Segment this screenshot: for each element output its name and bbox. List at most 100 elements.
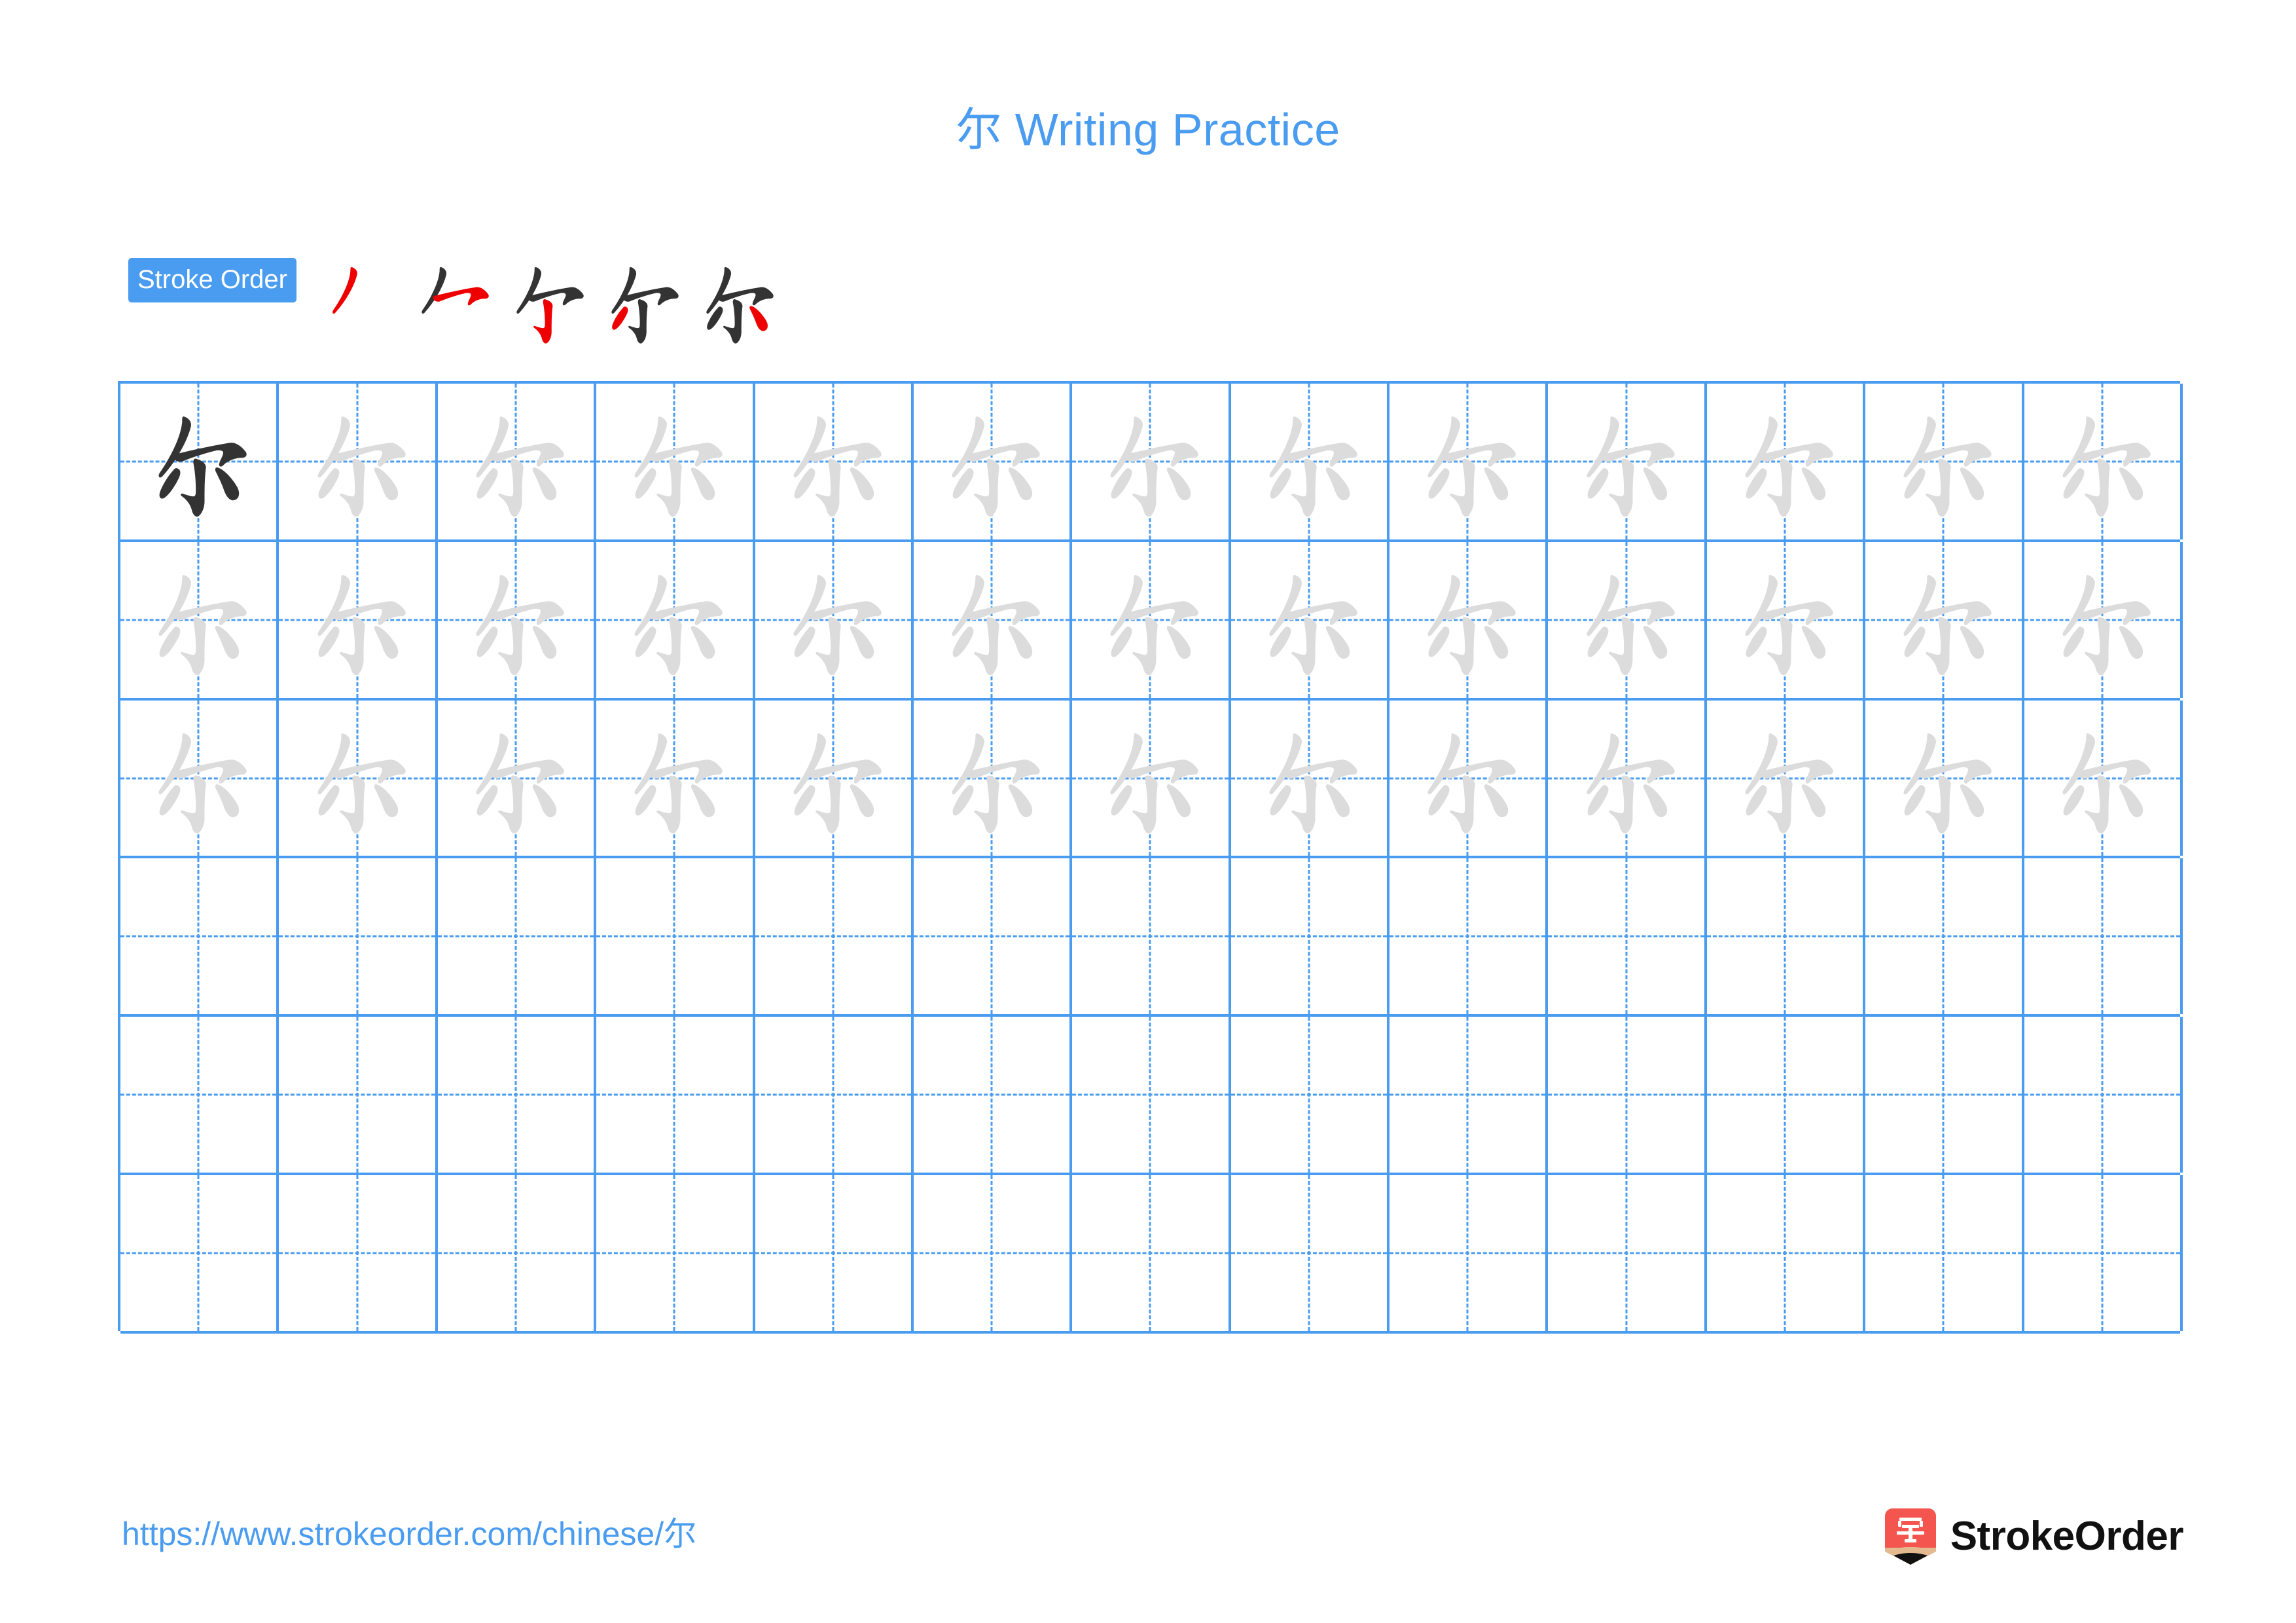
grid-cell-empty[interactable] [914, 858, 1073, 1015]
grid-cell-trace[interactable] [1231, 384, 1390, 539]
character-stroke-2 [173, 759, 247, 784]
grid-cell-empty[interactable] [596, 858, 755, 1015]
character-stroke-1 [634, 733, 668, 794]
grid-cell-trace[interactable] [438, 541, 597, 698]
grid-cell-trace[interactable] [1707, 384, 1866, 539]
grid-cell-empty[interactable] [1072, 1017, 1231, 1173]
character-stroke-3 [1450, 775, 1475, 833]
grid-cell-trace[interactable] [279, 384, 438, 539]
grid-cell-trace[interactable] [2024, 384, 2183, 539]
grid-cell-trace[interactable] [120, 700, 279, 856]
grid-cell-empty[interactable] [120, 858, 279, 1015]
character-stroke-1 [1745, 416, 1778, 478]
grid-cell-trace[interactable] [120, 541, 279, 698]
grid-cell-trace[interactable] [1548, 700, 1707, 856]
character-stroke-1 [793, 416, 826, 478]
character-stroke-5 [374, 625, 398, 659]
grid-cell-ink[interactable] [120, 384, 279, 539]
character-stroke-5 [1484, 625, 1509, 659]
grid-cell-empty[interactable] [1390, 858, 1549, 1015]
grid-cell-empty[interactable] [596, 1017, 755, 1173]
grid-cell-empty[interactable] [1548, 858, 1707, 1015]
grid-cell-empty[interactable] [755, 1175, 914, 1331]
grid-cell-trace[interactable] [914, 384, 1073, 539]
grid-cell-trace[interactable] [1865, 700, 2024, 856]
grid-cell-empty[interactable] [438, 858, 597, 1015]
grid-cell-trace[interactable] [1865, 541, 2024, 698]
trace-character [454, 716, 578, 841]
grid-cell-empty[interactable] [2024, 1017, 2183, 1173]
trace-character [295, 716, 420, 841]
grid-cell-trace[interactable] [279, 541, 438, 698]
grid-cell-empty[interactable] [120, 1017, 279, 1173]
grid-cell-trace[interactable] [755, 384, 914, 539]
grid-cell-empty[interactable] [1548, 1017, 1707, 1173]
grid-cell-empty[interactable] [596, 1175, 755, 1331]
grid-cell-empty[interactable] [438, 1175, 597, 1331]
trace-character [1247, 716, 1371, 841]
grid-cell-empty[interactable] [1231, 1017, 1390, 1173]
grid-cell-trace[interactable] [2024, 700, 2183, 856]
grid-cell-trace[interactable] [596, 541, 755, 698]
grid-cell-empty[interactable] [438, 1017, 597, 1173]
grid-cell-trace[interactable] [914, 700, 1073, 856]
grid-cell-empty[interactable] [1865, 1017, 2024, 1173]
grid-cell-trace[interactable] [279, 700, 438, 856]
grid-cell-empty[interactable] [1231, 858, 1390, 1015]
grid-cell-trace[interactable] [1865, 384, 2024, 539]
character-stroke-1 [793, 574, 826, 636]
grid-cell-empty[interactable] [1865, 1175, 2024, 1331]
grid-cell-empty[interactable] [1072, 1175, 1231, 1331]
character-stroke-3 [1608, 458, 1634, 517]
grid-cell-empty[interactable] [1072, 858, 1231, 1015]
character-stroke-2 [1125, 443, 1199, 467]
grid-cell-trace[interactable] [1072, 541, 1231, 698]
grid-cell-trace[interactable] [914, 541, 1073, 698]
grid-cell-empty[interactable] [1707, 1175, 1866, 1331]
grid-cell-trace[interactable] [2024, 541, 2183, 698]
grid-cell-trace[interactable] [438, 700, 597, 856]
character-stroke-2 [1443, 443, 1516, 467]
grid-cell-trace[interactable] [438, 384, 597, 539]
grid-cell-trace[interactable] [1707, 700, 1866, 856]
grid-cell-empty[interactable] [914, 1017, 1073, 1173]
source-url[interactable]: https://www.strokeorder.com/chinese/尔 [122, 1518, 696, 1550]
grid-cell-trace[interactable] [1707, 541, 1866, 698]
grid-cell-trace[interactable] [755, 541, 914, 698]
grid-cell-empty[interactable] [279, 1017, 438, 1173]
grid-cell-trace[interactable] [1231, 541, 1390, 698]
grid-cell-empty[interactable] [120, 1175, 279, 1331]
grid-cell-trace[interactable] [596, 384, 755, 539]
grid-row [120, 1017, 2183, 1176]
grid-cell-empty[interactable] [1707, 1017, 1866, 1173]
grid-cell-empty[interactable] [914, 1175, 1073, 1331]
character-stroke-3 [498, 775, 524, 833]
grid-cell-trace[interactable] [1548, 541, 1707, 698]
grid-cell-trace[interactable] [1390, 384, 1549, 539]
grid-cell-empty[interactable] [279, 1175, 438, 1331]
grid-cell-trace[interactable] [1231, 700, 1390, 856]
grid-cell-trace[interactable] [1390, 700, 1549, 856]
grid-cell-empty[interactable] [755, 1017, 914, 1173]
grid-cell-trace[interactable] [1072, 384, 1231, 539]
grid-cell-trace[interactable] [1072, 700, 1231, 856]
grid-cell-empty[interactable] [1390, 1175, 1549, 1331]
grid-cell-empty[interactable] [2024, 1175, 2183, 1331]
character-stroke-3 [1450, 617, 1475, 675]
grid-cell-empty[interactable] [1707, 858, 1866, 1015]
grid-cell-empty[interactable] [1390, 1017, 1549, 1173]
grid-cell-trace[interactable] [596, 700, 755, 856]
grid-cell-trace[interactable] [1548, 384, 1707, 539]
grid-cell-empty[interactable] [755, 858, 914, 1015]
trace-character [1247, 558, 1371, 682]
trace-character [1881, 558, 2005, 682]
trace-character [454, 399, 578, 524]
grid-cell-empty[interactable] [1548, 1175, 1707, 1331]
grid-cell-empty[interactable] [1231, 1175, 1390, 1331]
grid-cell-trace[interactable] [1390, 541, 1549, 698]
grid-cell-empty[interactable] [1865, 858, 2024, 1015]
grid-cell-trace[interactable] [755, 700, 914, 856]
grid-cell-empty[interactable] [2024, 858, 2183, 1015]
grid-cell-empty[interactable] [279, 858, 438, 1015]
character-stroke-2 [649, 759, 723, 784]
